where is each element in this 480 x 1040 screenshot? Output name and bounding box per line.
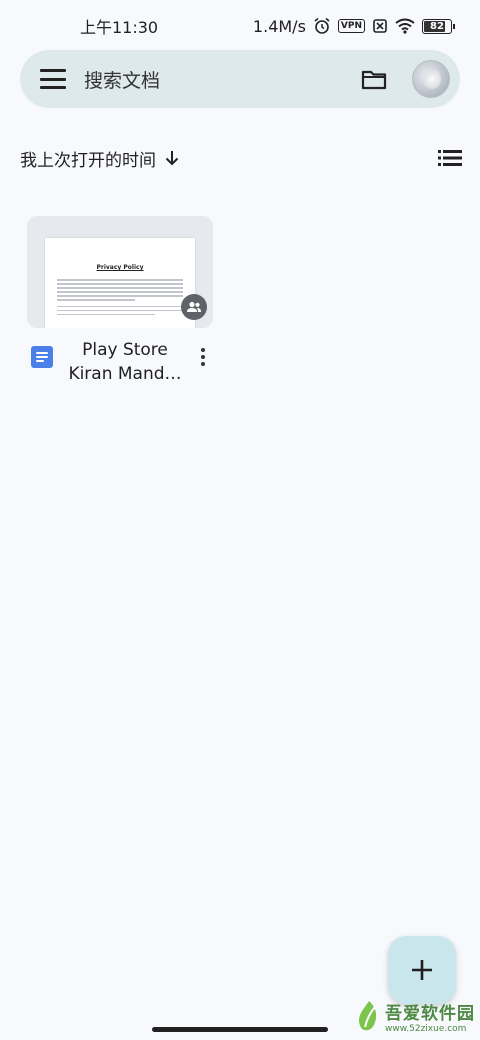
watermark-logo-icon xyxy=(359,1001,377,1031)
search-bar[interactable]: 搜索文档 xyxy=(20,50,460,108)
plus-icon xyxy=(412,960,432,980)
vpn-icon: VPN xyxy=(337,19,365,33)
battery-icon: 82 xyxy=(422,18,455,34)
document-preview-page: Privacy Policy xyxy=(45,238,195,328)
status-time: 上午11:30 xyxy=(80,18,159,37)
home-indicator[interactable] xyxy=(152,1027,328,1032)
watermark-url: www.52zixue.com xyxy=(385,1023,467,1034)
shared-people-icon xyxy=(181,294,207,320)
search-input[interactable]: 搜索文档 xyxy=(84,66,360,93)
document-title[interactable]: Play Store Kiran Mand… xyxy=(57,338,193,386)
document-title-line2: Kiran Mand… xyxy=(68,364,182,384)
folder-icon[interactable] xyxy=(360,65,388,93)
alarm-icon xyxy=(314,17,330,34)
avatar[interactable] xyxy=(412,60,450,98)
status-icons: 1.4M/s VPN 82 xyxy=(252,16,455,36)
document-card[interactable]: Privacy Policy Play Store Kiran Mand… xyxy=(27,216,213,386)
sort-button[interactable]: 我上次打开的时间 xyxy=(20,146,180,171)
sort-row: 我上次打开的时间 xyxy=(20,140,462,176)
battery-level: 82 xyxy=(430,20,444,32)
menu-icon[interactable] xyxy=(40,69,66,89)
wifi-icon xyxy=(395,18,415,34)
no-sim-icon xyxy=(373,19,387,33)
watermark-title: 吾爱软件园 xyxy=(385,1003,475,1024)
google-docs-icon xyxy=(31,346,53,368)
preview-heading: Privacy Policy xyxy=(96,264,144,271)
list-view-icon[interactable] xyxy=(438,149,462,167)
arrow-down-icon xyxy=(165,151,179,166)
more-vert-icon[interactable] xyxy=(193,344,213,370)
network-speed: 1.4M/s xyxy=(252,16,306,36)
status-bar: 上午11:30 1.4M/s VPN 82 xyxy=(0,0,480,52)
sort-label: 我上次打开的时间 xyxy=(20,150,156,171)
document-thumbnail[interactable]: Privacy Policy xyxy=(27,216,213,328)
document-title-line1: Play Store xyxy=(82,340,168,360)
document-info: Play Store Kiran Mand… xyxy=(27,338,213,386)
watermark: 吾爱软件园 www.52zixue.com xyxy=(356,994,480,1038)
